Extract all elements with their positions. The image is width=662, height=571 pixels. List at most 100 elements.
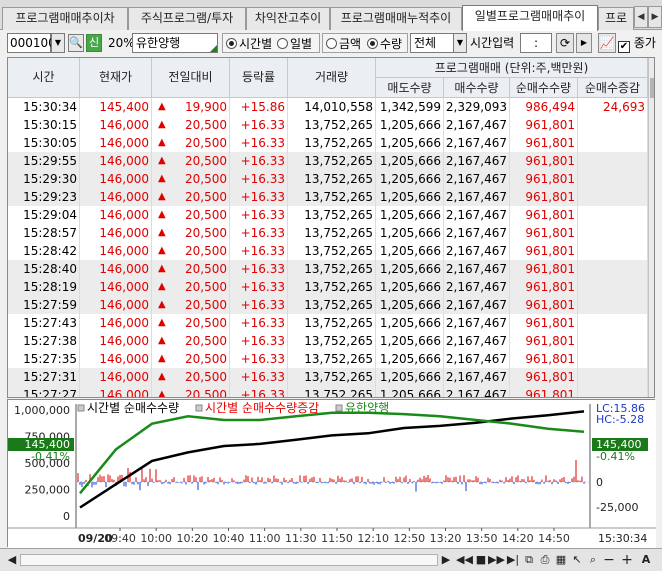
tab-stock-program-investor[interactable]: 주식프로그램/투자: [128, 7, 246, 30]
table-row[interactable]: 15:27:43 146,000 ▲ 20,500 +16.33 13,752,265 1,…: [8, 314, 648, 332]
cell-volume: 13,752,265: [288, 206, 376, 224]
table-row[interactable]: 15:27:35 146,000 ▲ 20,500 +16.33 13,752,265 1,…: [8, 350, 648, 368]
chart-scroll-track[interactable]: [20, 554, 438, 566]
next-icon[interactable]: ▶: [576, 33, 592, 53]
vertical-scrollbar[interactable]: [648, 58, 654, 397]
header-time[interactable]: 시간: [8, 58, 80, 98]
time-input[interactable]: :: [520, 33, 552, 53]
code-dropdown-icon[interactable]: ▼: [51, 33, 65, 53]
change-value: 20,500: [185, 388, 227, 398]
header-change[interactable]: 전일대비: [152, 58, 230, 98]
cell-change: ▲ 20,500: [152, 368, 230, 386]
table-row[interactable]: 15:27:59 146,000 ▲ 20,500 +16.33 13,752,265 1,…: [8, 296, 648, 314]
cell-change: ▲ 20,500: [152, 242, 230, 260]
toolbar: 000100 ▼ 🔍 신 20% 유한양행 시간별 일별 금액 수량 전체 ▼ …: [0, 31, 662, 55]
zoom-in-button[interactable]: +: [620, 551, 634, 569]
close-price-checkbox[interactable]: ✔ 종가: [618, 33, 662, 53]
fast-forward-icon[interactable]: ▶▶: [488, 551, 505, 569]
cell-price: 146,000: [80, 368, 152, 386]
cell-volume: 13,752,265: [288, 350, 376, 368]
zoom-out-button[interactable]: −: [602, 551, 616, 569]
scrollbar-thumb[interactable]: [650, 78, 654, 98]
change-value: 20,500: [185, 262, 227, 276]
header-rate[interactable]: 등락률: [230, 58, 288, 98]
tab-program-trend-chart[interactable]: 프로그램매매추이차: [2, 7, 128, 30]
tab-program-cumulative[interactable]: 프로그램매매누적추이: [330, 7, 462, 30]
right-axis-tick: 0: [596, 476, 603, 489]
filter-select[interactable]: 전체: [410, 33, 454, 53]
scroll-right-icon[interactable]: ▶: [440, 551, 452, 569]
end-icon[interactable]: ▶|: [506, 551, 520, 569]
cell-rate: +16.33: [230, 278, 288, 296]
chart-bg: [8, 400, 656, 548]
cell-buy-qty: 2,167,467: [444, 224, 510, 242]
table-row[interactable]: 15:27:31 146,000 ▲ 20,500 +16.33 13,752,265 1,…: [8, 368, 648, 386]
table-row[interactable]: 15:28:57 146,000 ▲ 20,500 +16.33 13,752,265 1,…: [8, 224, 648, 242]
radio-amount[interactable]: 금액: [326, 36, 361, 52]
radio-quantity[interactable]: 수량: [367, 36, 402, 52]
table-row[interactable]: 15:28:42 146,000 ▲ 20,500 +16.33 13,752,265 1,…: [8, 242, 648, 260]
table-row[interactable]: 15:29:04 146,000 ▲ 20,500 +16.33 13,752,265 1,…: [8, 206, 648, 224]
radio-daily[interactable]: 일별: [277, 36, 312, 52]
header-net-buy-change[interactable]: 순매수증감: [578, 78, 648, 98]
auto-scale-button[interactable]: A: [638, 551, 654, 569]
header-net-buy-qty[interactable]: 순매수수량: [510, 78, 578, 98]
table-row[interactable]: 15:30:15 146,000 ▲ 20,500 +16.33 13,752,265 1,…: [8, 116, 648, 134]
tab-overflow[interactable]: 프로: [598, 7, 634, 30]
header-price[interactable]: 현재가: [80, 58, 152, 98]
current-time-label: 15:30:34: [598, 532, 647, 545]
change-value: 20,500: [185, 190, 227, 204]
table-row[interactable]: 15:28:40 146,000 ▲ 20,500 +16.33 13,752,265 1,…: [8, 260, 648, 278]
rewind-icon[interactable]: ◀◀: [456, 551, 473, 569]
cell-net-buy-change: [578, 296, 648, 314]
cell-volume: 13,752,265: [288, 260, 376, 278]
table-row[interactable]: 15:30:34 145,400 ▲ 19,900 +15.86 14,010,558 1,…: [8, 98, 648, 116]
tab-daily-program-trend[interactable]: 일별프로그램매매추이: [462, 5, 598, 31]
copy-icon[interactable]: ⧉: [522, 551, 536, 569]
print-icon[interactable]: ⎙: [538, 551, 552, 569]
scroll-left-icon[interactable]: ◀: [6, 551, 18, 569]
search-icon[interactable]: 🔍: [68, 34, 84, 52]
chart-toggle-icon[interactable]: 📈: [598, 33, 616, 53]
tab-arbitrage-balance[interactable]: 차익잔고추이: [246, 7, 330, 30]
tab-scroll-right-icon[interactable]: ▶: [648, 6, 662, 28]
new-stock-button[interactable]: 신: [86, 34, 102, 52]
cell-net-buy-change: [578, 206, 648, 224]
table-row[interactable]: 15:29:23 146,000 ▲ 20,500 +16.33 13,752,265 1,…: [8, 188, 648, 206]
cell-time: 15:28:40: [8, 260, 80, 278]
radio-time[interactable]: 시간별: [226, 36, 272, 52]
table-row[interactable]: 15:28:19 146,000 ▲ 20,500 +16.33 13,752,265 1,…: [8, 278, 648, 296]
filter-dropdown-icon[interactable]: ▼: [453, 33, 467, 53]
header-sell-qty[interactable]: 매도수량: [376, 78, 444, 98]
cell-sell-qty: 1,205,666: [376, 224, 444, 242]
tab-scroll-left-icon[interactable]: ◀: [634, 6, 648, 28]
table-row[interactable]: 15:29:55 146,000 ▲ 20,500 +16.33 13,752,265 1,…: [8, 152, 648, 170]
cell-rate: +16.33: [230, 296, 288, 314]
cell-change: ▲ 20,500: [152, 386, 230, 398]
cell-volume: 14,010,558: [288, 98, 376, 116]
table-row[interactable]: 15:27:38 146,000 ▲ 20,500 +16.33 13,752,265 1,…: [8, 332, 648, 350]
cursor-icon[interactable]: ↖: [570, 551, 584, 569]
cell-price: 146,000: [80, 332, 152, 350]
table-row[interactable]: 15:30:05 146,000 ▲ 20,500 +16.33 13,752,265 1,…: [8, 134, 648, 152]
up-arrow-icon: ▲: [158, 119, 166, 130]
header-volume[interactable]: 거래량: [288, 58, 376, 98]
up-arrow-icon: ▲: [158, 155, 166, 166]
grid-icon[interactable]: ▦: [554, 551, 568, 569]
cell-change: ▲ 20,500: [152, 134, 230, 152]
header-buy-qty[interactable]: 매수수량: [444, 78, 510, 98]
table-row[interactable]: 15:27:27 146,000 ▲ 20,500 +16.33 13,752,265 1,…: [8, 386, 648, 398]
table-row[interactable]: 15:29:30 146,000 ▲ 20,500 +16.33 13,752,265 1,…: [8, 170, 648, 188]
time-label: 12:50: [393, 532, 425, 545]
cell-net-buy-qty: 986,494: [510, 98, 578, 116]
refresh-icon[interactable]: ⟳: [556, 33, 574, 53]
change-value: 20,500: [185, 334, 227, 348]
stock-code-input[interactable]: 000100: [7, 33, 56, 53]
cell-time: 15:27:31: [8, 368, 80, 386]
stop-icon[interactable]: ■: [474, 551, 488, 569]
cell-rate: +15.86: [230, 98, 288, 116]
zoom-icon[interactable]: ⌕: [586, 551, 600, 569]
checkbox-check-icon: ✔: [618, 41, 630, 53]
chart-svg: 시간별 순매수수량 시간별 순매수수량증감 유한양행1,000,000750,000…: [8, 400, 656, 548]
cell-change: ▲ 20,500: [152, 278, 230, 296]
